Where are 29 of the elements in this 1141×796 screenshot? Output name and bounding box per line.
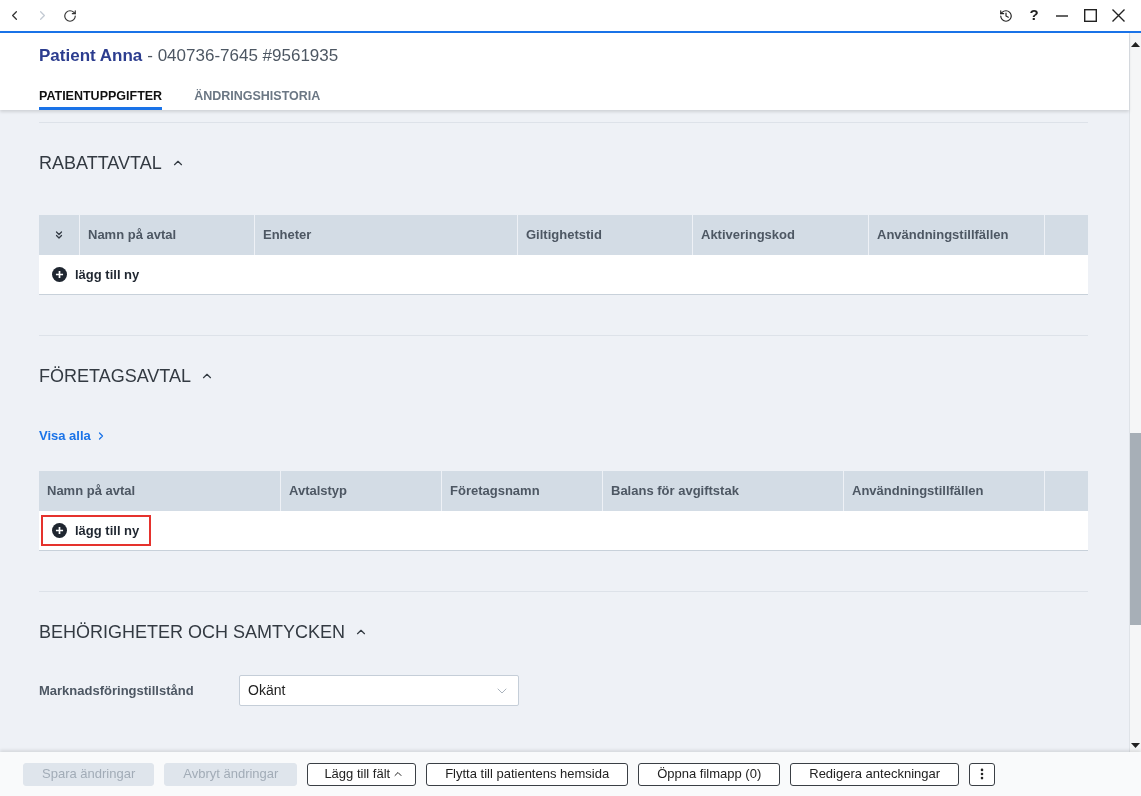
scrollbar[interactable] [1129, 33, 1141, 752]
maximize-icon [1083, 9, 1097, 22]
scroll-up-arrow-icon[interactable] [1131, 42, 1140, 47]
footer-button[interactable]: Öppna filmapp (0) [638, 762, 781, 786]
expand-all-icon[interactable] [53, 229, 65, 241]
help-button[interactable]: ? [1020, 1, 1048, 30]
tab[interactable]: ÄNDRINGSHISTORIA [194, 82, 321, 110]
add-circle-icon [52, 523, 67, 538]
footer-button[interactable]: Redigera anteckningar [790, 762, 960, 786]
add-circle-icon [52, 267, 67, 282]
section-heading[interactable]: FÖRETAGSAVTAL [39, 362, 215, 390]
add-new-button[interactable]: lägg till ny [41, 515, 152, 546]
select-field[interactable]: Okänt [239, 675, 519, 706]
section-heading[interactable]: BEHÖRIGHETER OCH SAMTYCKEN [39, 618, 369, 646]
patient-id: - 040736-7645 #9561935 [147, 45, 339, 67]
column-header: Namn på avtal [46, 482, 137, 501]
section-heading[interactable]: RABATTAVTAL [39, 149, 185, 177]
add-new-button[interactable]: lägg till ny [41, 259, 152, 290]
field-label: Marknadsföringstillstånd [39, 681, 195, 700]
scrollbar-thumb[interactable] [1130, 433, 1141, 625]
scroll-down-arrow-icon[interactable] [1131, 743, 1140, 748]
close-icon [1111, 9, 1125, 22]
history-icon [999, 8, 1013, 23]
patient-name: Patient Anna [39, 45, 143, 67]
footer-button[interactable]: Flytta till patientens hemsida [426, 762, 629, 786]
view-all-link[interactable]: Visa alla [39, 427, 107, 445]
minimize-icon [1056, 14, 1068, 17]
more-options-button[interactable] [969, 762, 996, 786]
add-field-menu-button[interactable]: Lägg till fält [307, 762, 417, 786]
